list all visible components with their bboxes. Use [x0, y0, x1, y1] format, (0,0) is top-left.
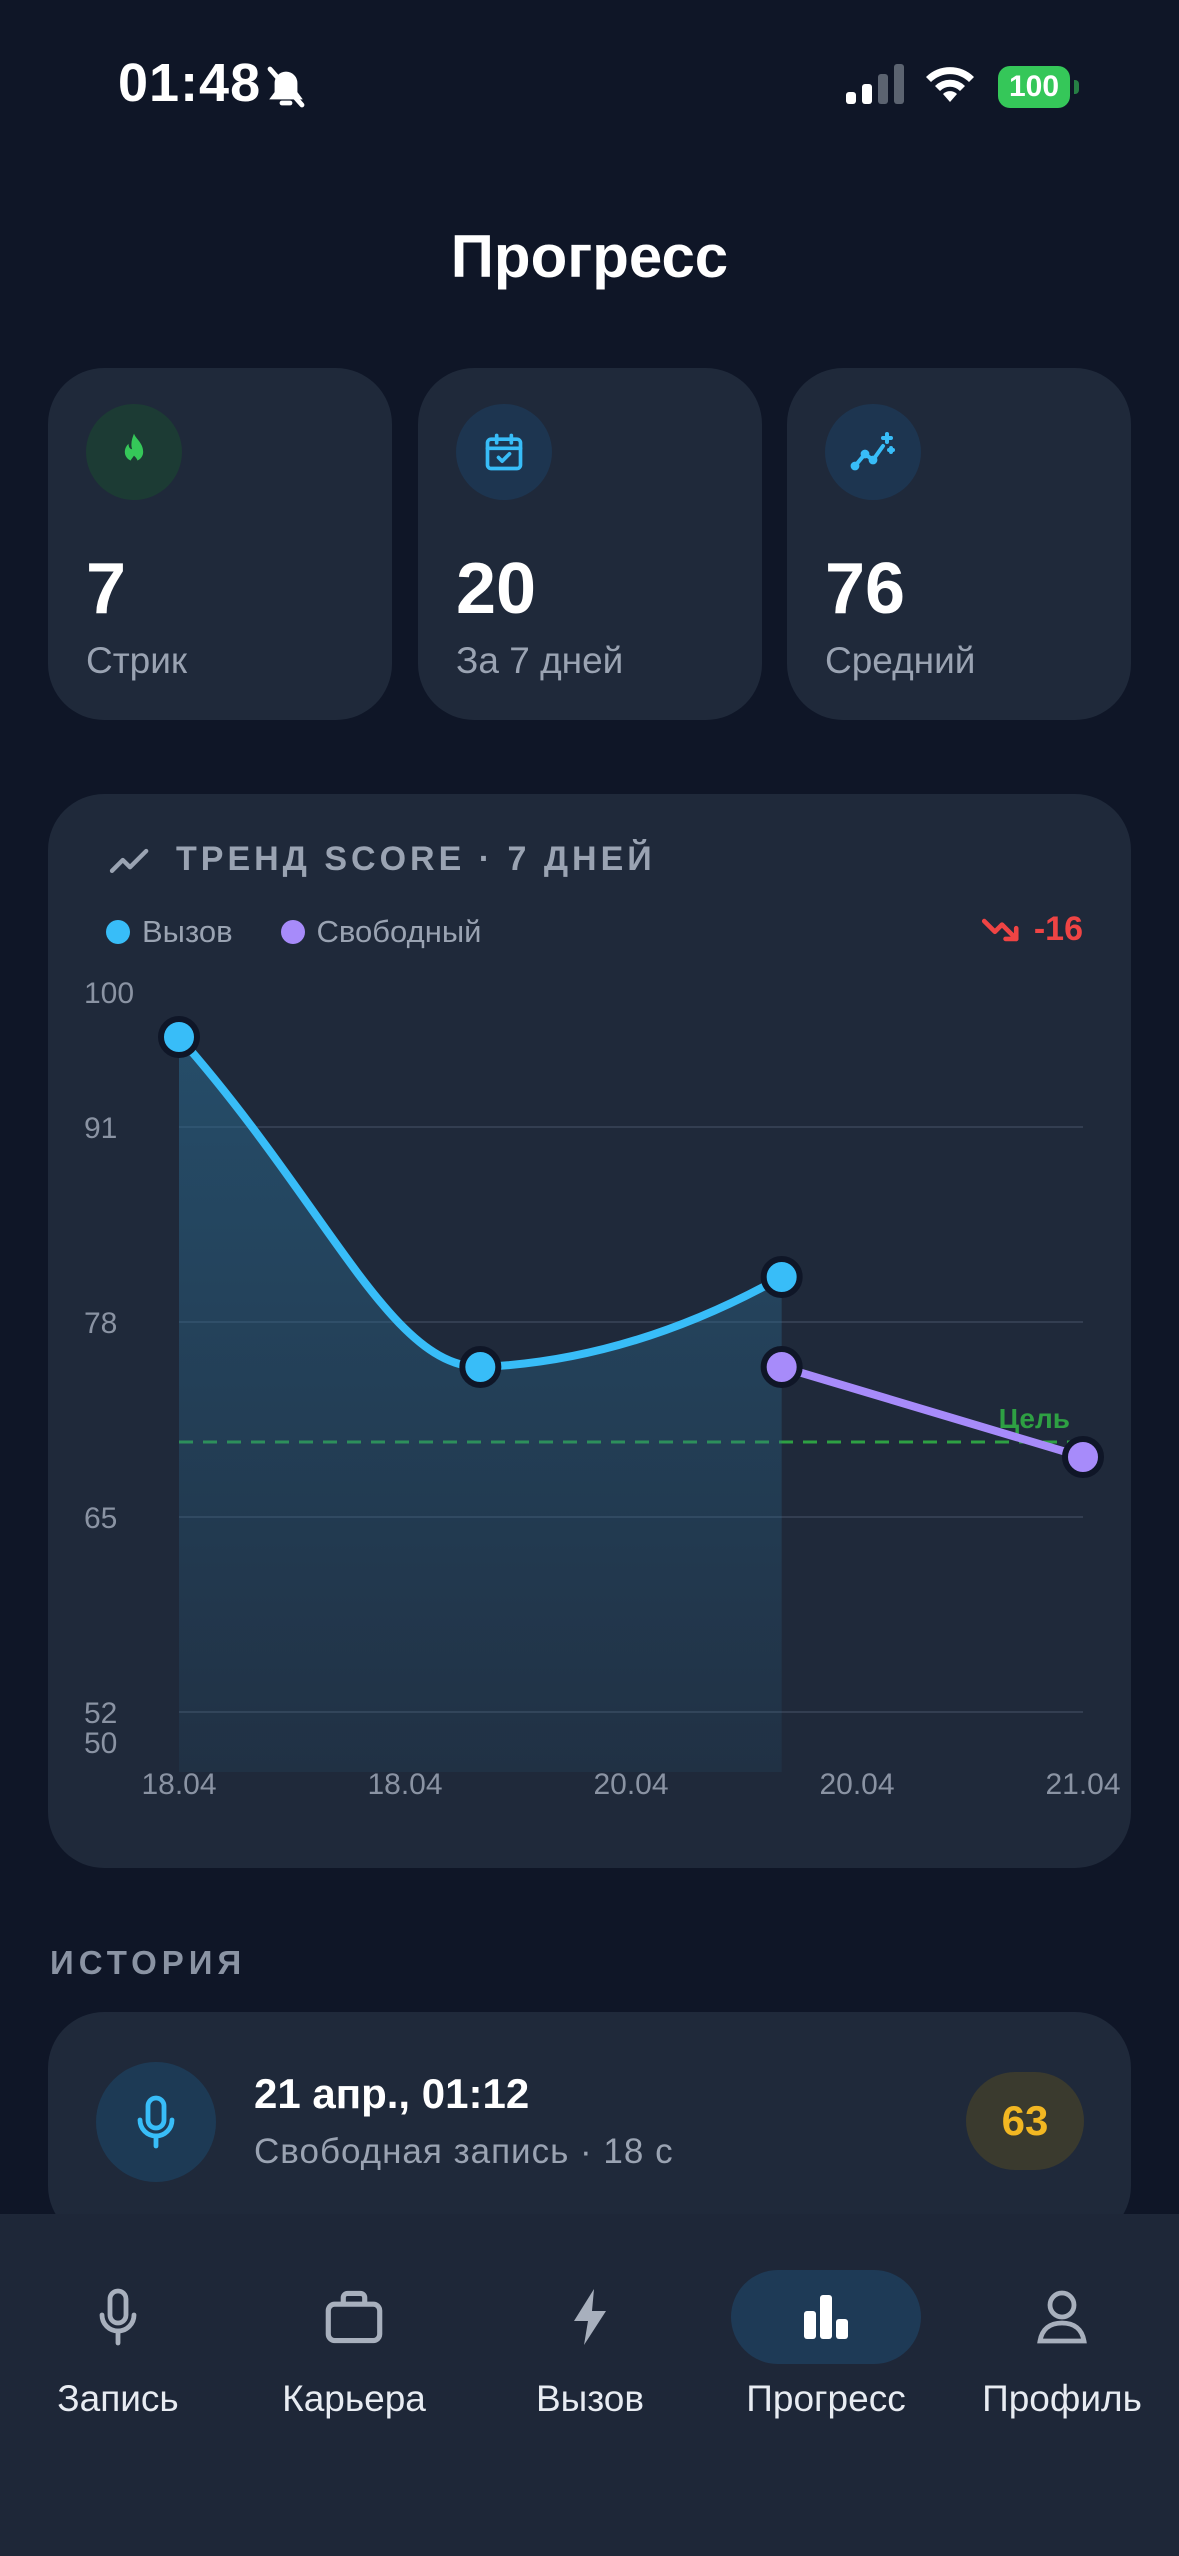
sparkle-chart-icon	[825, 404, 921, 500]
y-tick-label: 52	[84, 1697, 117, 1730]
history-item-score-badge: 63	[966, 2072, 1084, 2170]
cellular-signal-icon	[846, 64, 904, 104]
tab-progress[interactable]: Прогресс	[708, 2254, 944, 2419]
bolt-icon	[495, 2270, 685, 2364]
data-point-free	[1062, 1436, 1104, 1478]
briefcase-icon	[259, 2270, 449, 2364]
battery-level: 100	[998, 66, 1070, 108]
tab-career[interactable]: Карьера	[236, 2254, 472, 2419]
status-time: 01:48	[118, 53, 262, 113]
bar-chart-icon	[731, 2270, 921, 2364]
tab-label: Запись	[57, 2378, 179, 2419]
stat-value: 20	[456, 549, 537, 629]
tab-profile[interactable]: Профиль	[944, 2254, 1179, 2419]
page-title: Прогресс	[450, 223, 729, 290]
tab-label: Вызов	[535, 2378, 645, 2419]
goal-label: Цель	[999, 1403, 1070, 1434]
stat-card-week: 20 За 7 дней	[418, 368, 762, 720]
stat-label: Средний	[825, 640, 976, 681]
history-item[interactable]: 21 апр., 01:12 Свободная запись · 18 с 6…	[48, 2012, 1131, 2242]
data-point-free	[760, 1346, 803, 1388]
tab-bar: Запись Карьера Вызов Прогресс Профиль	[0, 2214, 1179, 2556]
flame-icon	[86, 404, 182, 500]
history-section-title: ИСТОРИЯ	[50, 1944, 247, 1981]
y-tick-label: 50	[84, 1727, 117, 1760]
y-tick-label: 65	[84, 1502, 117, 1535]
y-tick-label: 78	[84, 1307, 117, 1340]
trend-chart-card: ТРЕНД SCORE · 7 ДНЕЙ Вызов Свободный -16…	[48, 794, 1131, 1868]
stat-value: 7	[86, 549, 127, 629]
tab-record[interactable]: Запись	[0, 2254, 236, 2419]
stat-value: 76	[825, 549, 906, 629]
bell-off-icon	[267, 66, 305, 108]
x-tick-label: 18.04	[141, 1768, 216, 1801]
data-point-challenge	[158, 1016, 200, 1058]
mic-icon	[96, 2062, 216, 2182]
y-tick-label: 91	[84, 1112, 117, 1145]
stat-card-average: 76 Средний	[787, 368, 1131, 720]
tab-challenge[interactable]: Вызов	[472, 2254, 708, 2419]
trend-chart: 100 91 78 65 5250 18.04 18.04 20.04 20.04 21.04 Це…	[84, 977, 1121, 1801]
mic-icon	[23, 2270, 213, 2364]
calendar-check-icon	[456, 404, 552, 500]
x-tick-label: 21.04	[1045, 1768, 1120, 1801]
person-icon	[967, 2270, 1157, 2364]
y-tick-label: 100	[84, 977, 134, 1010]
history-item-subtitle: Свободная запись · 18 с	[254, 2132, 674, 2171]
stat-label: За 7 дней	[456, 640, 624, 681]
battery-indicator: 100	[998, 66, 1079, 108]
x-tick-label: 20.04	[819, 1768, 894, 1801]
x-tick-label: 18.04	[367, 1768, 442, 1801]
data-point-challenge	[459, 1346, 502, 1388]
tab-label: Карьера	[282, 2378, 426, 2419]
battery-tip	[1074, 80, 1079, 94]
tab-label: Прогресс	[746, 2378, 906, 2419]
stat-label: Стрик	[86, 640, 188, 681]
data-point-challenge	[760, 1256, 803, 1298]
status-bar: 01:48 100	[0, 0, 1179, 175]
tab-label: Профиль	[982, 2378, 1142, 2419]
history-item-title: 21 апр., 01:12	[254, 2070, 530, 2117]
wifi-icon	[926, 67, 974, 102]
stat-card-streak: 7 Стрик	[48, 368, 392, 720]
x-tick-label: 20.04	[593, 1768, 668, 1801]
